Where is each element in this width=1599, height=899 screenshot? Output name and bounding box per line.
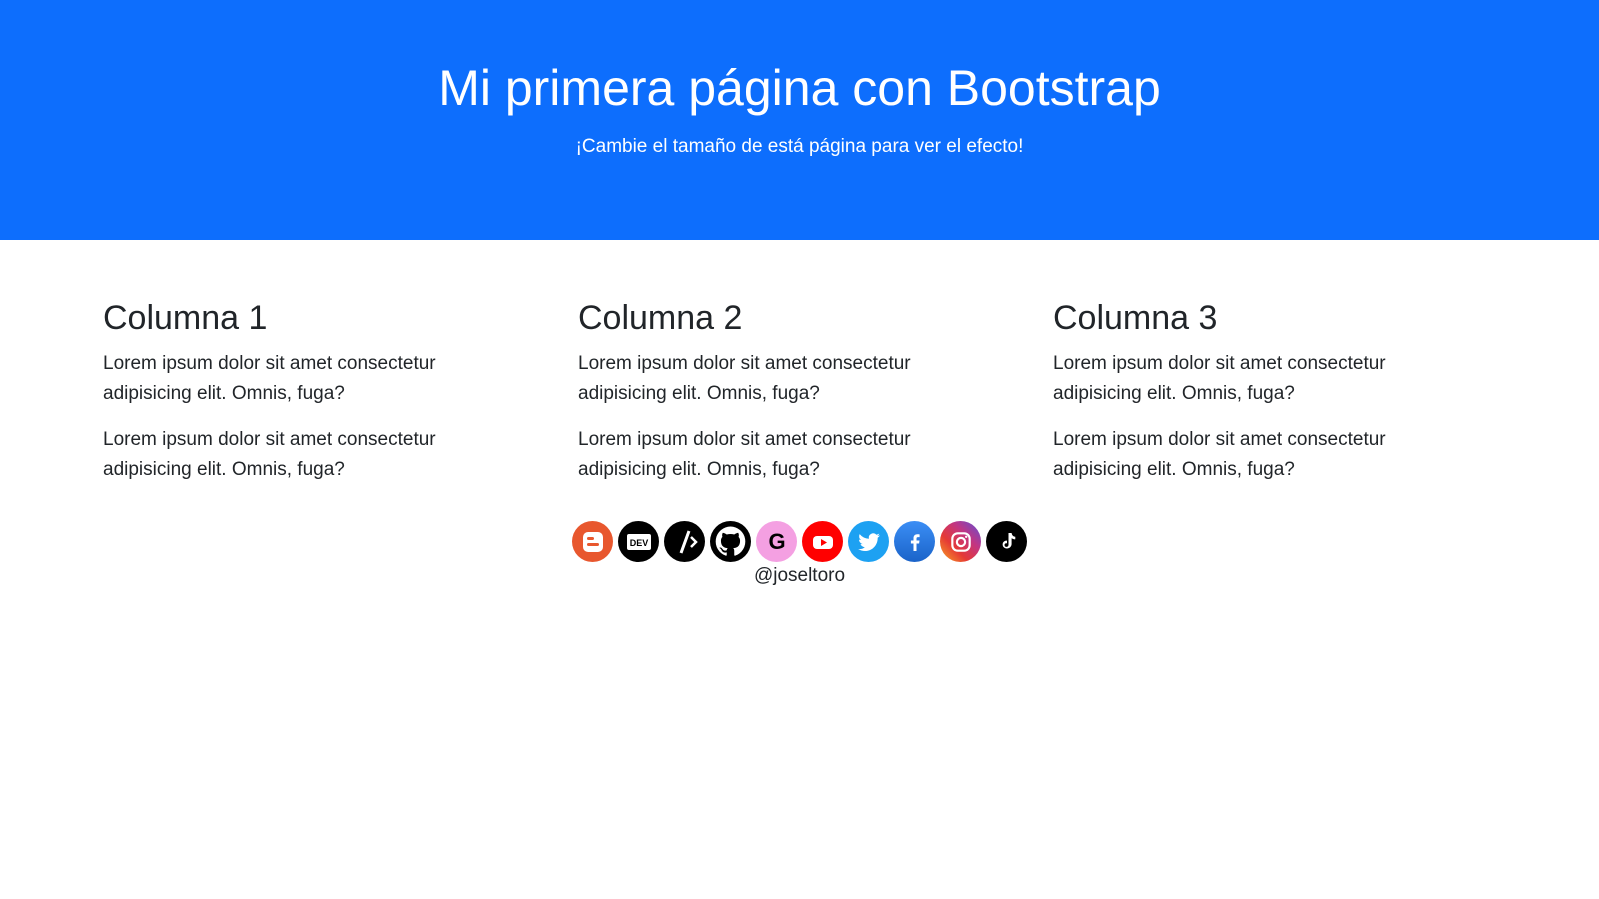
facebook-link[interactable] (894, 521, 935, 562)
svg-text:G: G (768, 529, 785, 554)
social-links: DEV G (0, 521, 1599, 562)
code-link[interactable] (664, 521, 705, 562)
social-handle: @joseltoro (753, 565, 846, 586)
dev-icon: DEV (626, 533, 651, 550)
column-paragraph: Lorem ipsum dolor sit amet consectetur a… (1053, 428, 1386, 480)
tiktok-link[interactable] (986, 521, 1027, 562)
instagram-icon (950, 531, 971, 552)
instagram-link[interactable] (940, 521, 981, 562)
youtube-link[interactable] (802, 521, 843, 562)
blogger-icon (582, 531, 603, 552)
column-paragraph: Lorem ipsum dolor sit amet consectetur a… (578, 428, 911, 480)
page-subtitle: ¡Cambie el tamaño de está página para ve… (575, 136, 1024, 157)
google-icon: G (768, 529, 785, 554)
hero-banner: Mi primera página con Bootstrap ¡Cambie … (0, 0, 1599, 240)
codepen-slash-icon (679, 529, 698, 554)
column-paragraph: Lorem ipsum dolor sit amet consectetur a… (103, 352, 436, 404)
column-paragraph: Lorem ipsum dolor sit amet consectetur a… (103, 428, 436, 480)
column-3: Columna 3 Lorem ipsum dolor sit amet con… (1053, 298, 1528, 501)
columns-row: Columna 1 Lorem ipsum dolor sit amet con… (103, 298, 1530, 501)
tiktok-icon (1002, 532, 1015, 549)
column-heading: Columna 3 (1053, 299, 1218, 337)
blogger-link[interactable] (572, 521, 613, 562)
column-1: Columna 1 Lorem ipsum dolor sit amet con… (103, 298, 578, 501)
youtube-icon (812, 535, 833, 549)
column-paragraph: Lorem ipsum dolor sit amet consectetur a… (1053, 352, 1386, 404)
dev-link[interactable]: DEV (618, 521, 659, 562)
github-link[interactable] (710, 521, 751, 562)
github-icon (710, 521, 751, 562)
twitter-icon (857, 532, 880, 551)
facebook-icon (910, 533, 920, 551)
column-2: Columna 2 Lorem ipsum dolor sit amet con… (578, 298, 1053, 501)
column-heading: Columna 1 (103, 299, 268, 337)
svg-text:DEV: DEV (629, 538, 648, 548)
page-title: Mi primera página con Bootstrap (438, 60, 1161, 116)
column-paragraph: Lorem ipsum dolor sit amet consectetur a… (578, 352, 911, 404)
twitter-link[interactable] (848, 521, 889, 562)
column-heading: Columna 2 (578, 299, 743, 337)
google-link[interactable]: G (756, 521, 797, 562)
